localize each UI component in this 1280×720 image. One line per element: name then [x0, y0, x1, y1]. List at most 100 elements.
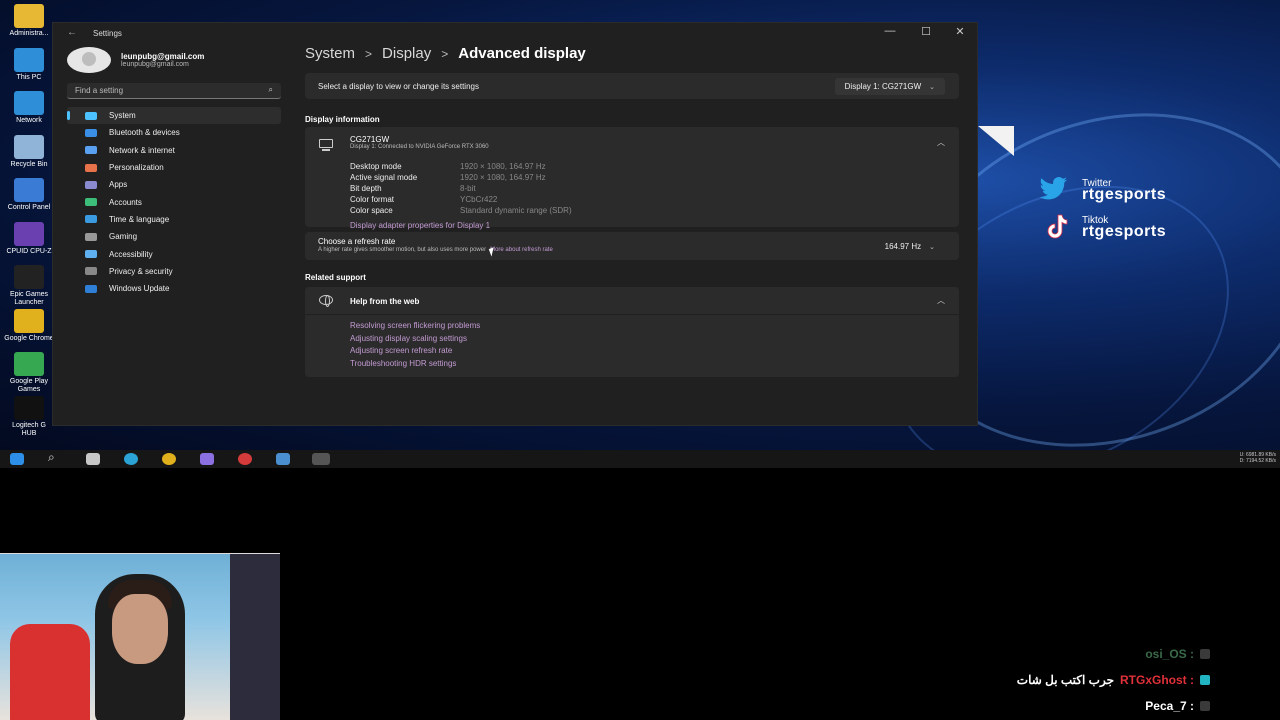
chrome-icon[interactable]: [162, 453, 176, 465]
twitter-icon: [1038, 174, 1074, 204]
help-link[interactable]: Resolving screen flickering problems: [350, 321, 480, 334]
display-dropdown-value: Display 1: CG271GW: [844, 82, 922, 91]
breadcrumb-display[interactable]: Display: [382, 45, 431, 62]
nav-icon: [85, 250, 97, 259]
close-button[interactable]: ✕: [945, 25, 975, 38]
sidebar-item-label: Accessibility: [109, 249, 153, 259]
app-icon: [14, 134, 44, 159]
desktop-icon[interactable]: Google Play Games: [4, 352, 54, 394]
sidebar-item-gaming[interactable]: Gaming: [67, 228, 281, 245]
info-key: Bit depth: [350, 184, 382, 193]
taskbar: ⌕ U: 6981.89 KB/s D: 7194.52 KB/s: [0, 450, 1280, 468]
search-placeholder: Find a setting: [75, 86, 124, 95]
desktop-icon[interactable]: Administra...: [4, 4, 54, 38]
info-row: Bit depth 8-bit: [350, 184, 572, 195]
chat-message-text: جرب اكتب بل شات: [1016, 673, 1114, 687]
help-link[interactable]: Adjusting display scaling settings: [350, 334, 480, 347]
info-value: 1920 × 1080, 164.97 Hz: [460, 162, 546, 171]
sidebar-item-system[interactable]: System: [67, 107, 281, 125]
sidebar-item-label: System: [109, 111, 136, 121]
minimize-button[interactable]: —: [875, 25, 905, 37]
app-icon: [14, 91, 44, 115]
info-key: Desktop mode: [350, 162, 402, 171]
refresh-rate-description: A higher rate gives smoother motion, but…: [318, 247, 487, 253]
info-row: Color format YCbCr422: [350, 195, 572, 206]
chevron-up-icon[interactable]: ︿: [937, 295, 945, 306]
nav-icon: [85, 284, 97, 293]
desktop-icon-label: Control Panel: [7, 204, 51, 211]
chevron-up-icon[interactable]: ︿: [937, 137, 945, 148]
obs-icon[interactable]: [238, 453, 252, 465]
sidebar-item-label: Windows Update: [109, 284, 170, 294]
display-name: CG271GW: [350, 135, 390, 144]
desktop-icon-label: Administra...: [9, 30, 49, 37]
desktop-icon[interactable]: Logitech G HUB: [4, 395, 54, 438]
sidebar-item-privacy-security[interactable]: Privacy & security: [67, 263, 281, 280]
search-input[interactable]: Find a setting ⌕: [67, 83, 281, 99]
settings-window: ← Settings — ☐ ✕ leunpubg@gmail.com leun…: [52, 22, 978, 426]
chat-username: RTGxGhost :: [1120, 673, 1194, 687]
desktop-icon[interactable]: Recycle Bin: [4, 134, 54, 169]
desktop-icon-label: This PC: [16, 73, 42, 81]
sidebar-item-bluetooth-devices[interactable]: Bluetooth & devices: [67, 124, 281, 141]
chevron-down-icon: ⌄: [929, 84, 935, 91]
page-title: Advanced display: [458, 45, 586, 62]
refresh-rate-dropdown[interactable]: 164.97 Hz ⌄: [874, 238, 945, 255]
desktop-icon[interactable]: Control Panel: [4, 178, 54, 212]
globe-icon: [319, 295, 333, 307]
info-value: YCbCr422: [460, 195, 498, 204]
maximize-button[interactable]: ☐: [911, 25, 941, 38]
desktop-icon-label: Recycle Bin: [10, 160, 48, 168]
nav-icon: [85, 146, 97, 155]
sidebar-item-personalization[interactable]: Personalization: [67, 159, 281, 176]
sidebar-item-accessibility[interactable]: Accessibility: [67, 245, 281, 262]
related-support-heading: Related support: [305, 273, 366, 282]
desktop-icon[interactable]: This PC: [4, 47, 54, 82]
help-from-web-title[interactable]: Help from the web: [350, 297, 419, 306]
desktop-icon[interactable]: Network: [4, 91, 54, 125]
app-icon: [14, 395, 44, 420]
avatar: [67, 47, 111, 73]
windows-start-icon[interactable]: [10, 453, 24, 465]
twitter-handle: rtgesports: [1082, 186, 1167, 203]
desktop-icon[interactable]: Google Chrome: [4, 308, 54, 343]
breadcrumb-system[interactable]: System: [305, 45, 355, 62]
settings-taskbar-icon[interactable]: [312, 453, 330, 465]
chat-username: Peca_7 :: [1145, 699, 1194, 713]
display-adapter-link[interactable]: Display adapter properties for Display 1: [350, 221, 490, 230]
discord-icon[interactable]: [200, 453, 214, 465]
refresh-rate-link[interactable]: More about refresh rate: [490, 247, 553, 253]
tiktok-overlay: Tiktok rtgesports: [1038, 211, 1166, 241]
desktop-icon[interactable]: Epic Games Launcher: [4, 265, 54, 307]
sidebar-item-apps[interactable]: Apps: [67, 176, 281, 193]
chat-username: osi_OS :: [1145, 647, 1194, 661]
nav-icon: [85, 198, 97, 207]
screen: Administra... This PC Network Recycle Bin Co…: [0, 0, 1280, 720]
desktop-icon[interactable]: CPUID CPU-Z: [4, 221, 54, 256]
sidebar-nav: System Bluetooth & devices Network & inter…: [67, 107, 281, 297]
help-link[interactable]: Troubleshooting HDR settings: [350, 359, 480, 372]
sidebar-item-label: Apps: [109, 180, 128, 190]
search-icon[interactable]: ⌕: [48, 450, 62, 464]
help-links: Resolving screen flickering problems Adju…: [350, 321, 480, 371]
nav-icon: [85, 111, 97, 120]
help-link[interactable]: Adjusting screen refresh rate: [350, 346, 480, 359]
display-header[interactable]: CG271GW Display 1: Connected to NVIDIA G…: [350, 135, 489, 150]
photos-icon[interactable]: [276, 453, 290, 465]
sidebar-item-network-internet[interactable]: Network & internet: [67, 142, 281, 159]
edge-icon[interactable]: [124, 453, 138, 465]
sidebar-item-label: Privacy & security: [109, 266, 173, 276]
nav-icon: [85, 128, 97, 137]
chevron-right-icon: >: [365, 46, 373, 61]
display-subtitle: Display 1: Connected to NVIDIA GeForce R…: [350, 144, 489, 150]
arrow-left-icon[interactable]: ←: [67, 27, 77, 38]
user-profile[interactable]: leunpubg@gmail.com leunpubg@gmail.com: [67, 47, 204, 73]
sidebar-item-accounts[interactable]: Accounts: [67, 193, 281, 210]
chair: [10, 624, 90, 720]
refresh-rate-card: Choose a refresh rate A higher rate give…: [305, 232, 959, 260]
task-view-icon[interactable]: [86, 453, 100, 465]
sidebar-item-windows-update[interactable]: Windows Update: [67, 280, 281, 297]
display-dropdown[interactable]: Display 1: CG271GW ⌄: [834, 78, 945, 95]
search-icon[interactable]: ⌕: [269, 85, 273, 95]
sidebar-item-time-language[interactable]: Time & language: [67, 211, 281, 228]
